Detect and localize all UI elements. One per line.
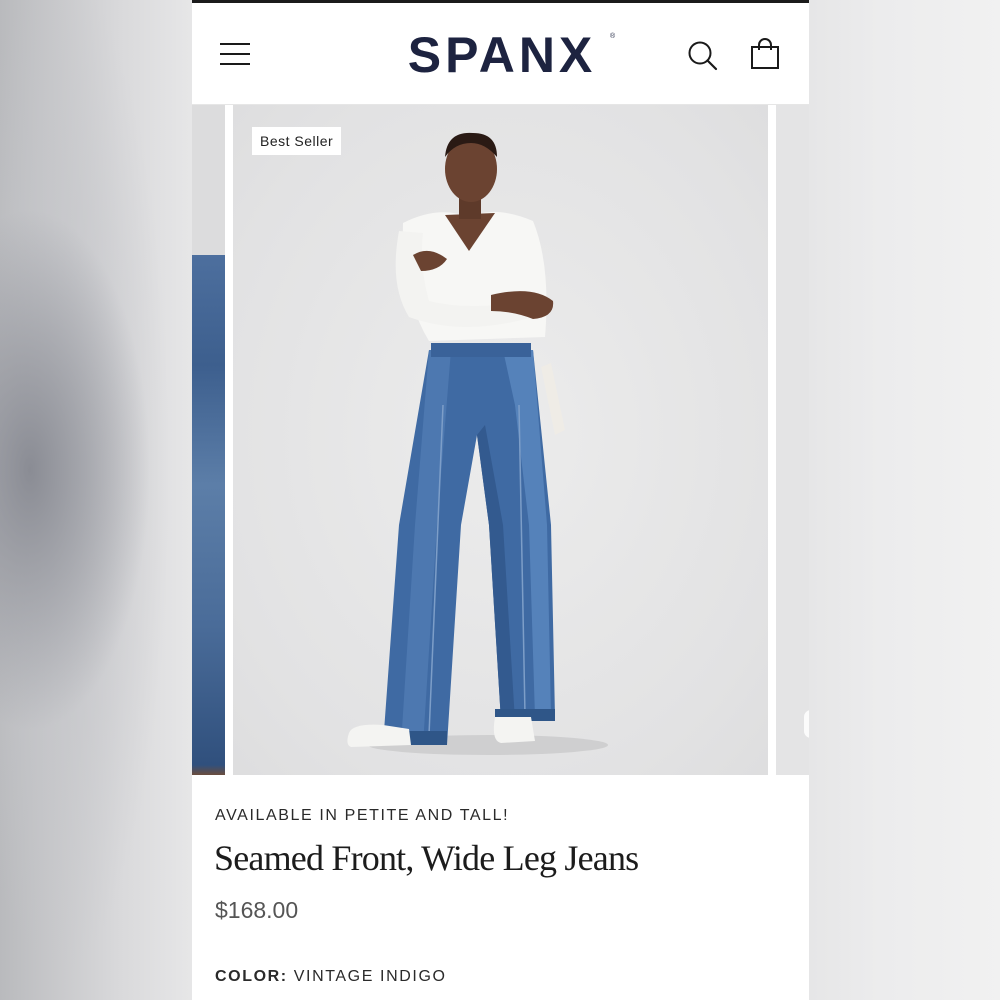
search-icon[interactable]: [687, 40, 719, 72]
availability-note: AVAILABLE IN PETITE AND TALL!: [215, 807, 510, 824]
product-photo[interactable]: Best Seller: [233, 105, 768, 775]
previous-slide-peek[interactable]: [192, 105, 225, 775]
product-image-carousel[interactable]: Best Seller: [192, 105, 809, 775]
bag-icon[interactable]: [750, 38, 780, 70]
mobile-page: SPANX ® Best Seller AVAILABLE IN PETITE …: [192, 0, 809, 1000]
site-header: SPANX ®: [192, 3, 809, 105]
brand-logo[interactable]: SPANX: [382, 25, 622, 85]
model-illustration: [347, 132, 608, 755]
product-info: AVAILABLE IN PETITE AND TALL! Seamed Fro…: [192, 775, 809, 1000]
registered-mark: ®: [610, 33, 616, 40]
previous-slide-shade: [192, 105, 225, 255]
next-slide-peek[interactable]: [776, 105, 809, 775]
next-slide-indicator[interactable]: [804, 710, 809, 738]
color-label: COLOR:: [215, 968, 288, 985]
color-value: VINTAGE INDIGO: [293, 968, 447, 985]
product-title: Seamed Front, Wide Leg Jeans: [214, 838, 639, 878]
color-selection: COLOR: VINTAGE INDIGO: [215, 968, 447, 986]
product-price: $168.00: [215, 897, 299, 923]
best-seller-badge: Best Seller: [252, 127, 342, 155]
menu-icon[interactable]: [220, 41, 250, 67]
